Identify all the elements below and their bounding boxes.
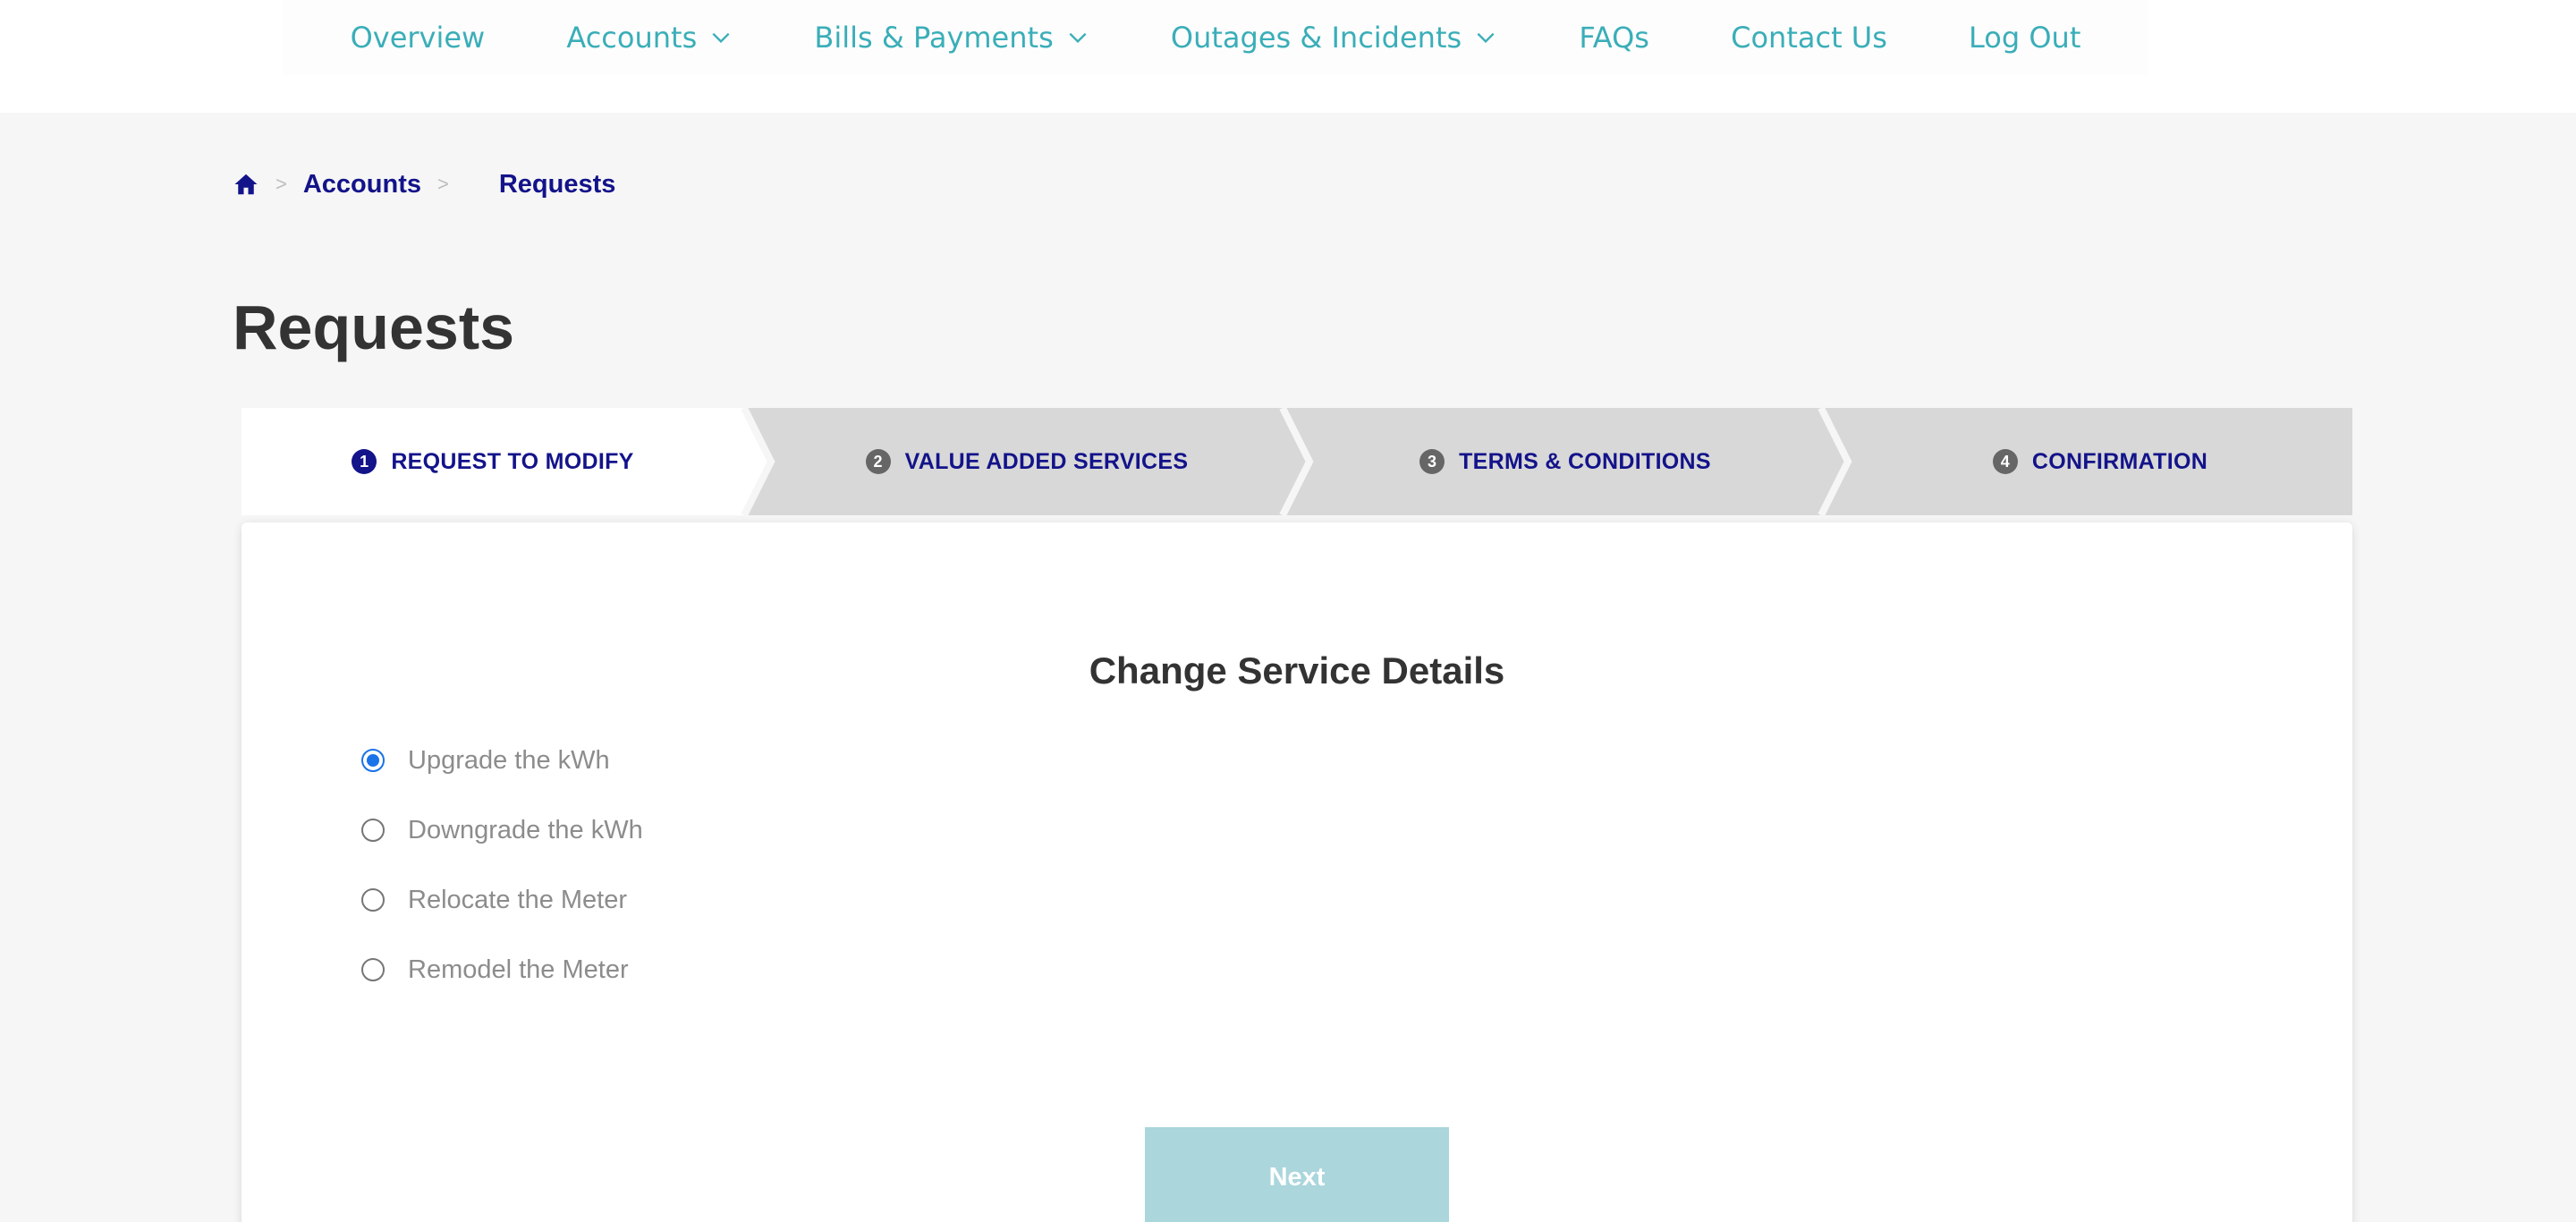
option-upgrade-kwh[interactable]: Upgrade the kWh <box>361 743 610 778</box>
chevron-down-icon <box>712 32 730 44</box>
nav-overview[interactable]: Overview <box>351 21 486 55</box>
nav-outages-incidents-label: Outages & Incidents <box>1170 21 1462 55</box>
form-card: Change Service Details Upgrade the kWh D… <box>242 522 2352 1222</box>
radio-remodel-meter[interactable] <box>361 958 385 981</box>
breadcrumb-requests[interactable]: Requests <box>499 170 616 199</box>
option-remodel-meter[interactable]: Remodel the Meter <box>361 952 629 988</box>
chevron-down-icon <box>1069 32 1087 44</box>
breadcrumb-accounts[interactable]: Accounts <box>303 170 421 199</box>
nav-overview-label: Overview <box>350 21 486 55</box>
home-icon[interactable] <box>233 171 259 198</box>
step-number: 2 <box>865 449 891 474</box>
step-value-added-services[interactable]: 2 VALUE ADDED SERVICES <box>771 408 1283 515</box>
option-label: Downgrade the kWh <box>408 815 643 844</box>
nav-accounts[interactable]: Accounts <box>566 21 733 55</box>
nav-bills-payments-label: Bills & Payments <box>814 21 1054 55</box>
step-request-to-modify[interactable]: 1 REQUEST TO MODIFY <box>242 408 744 515</box>
main-nav: Overview Accounts Bills & Payments Outag… <box>283 0 2148 75</box>
top-bar: Overview Accounts Bills & Payments Outag… <box>0 0 2576 113</box>
nav-accounts-label: Accounts <box>566 21 698 55</box>
breadcrumb: > Accounts > Requests <box>233 168 615 200</box>
option-label: Remodel the Meter <box>408 955 629 984</box>
option-relocate-meter[interactable]: Relocate the Meter <box>361 882 627 918</box>
next-button[interactable]: Next <box>1145 1127 1449 1222</box>
nav-log-out[interactable]: Log Out <box>1969 21 2080 55</box>
radio-relocate-meter[interactable] <box>361 888 385 912</box>
radio-downgrade-kwh[interactable] <box>361 819 385 842</box>
breadcrumb-separator: > <box>275 173 287 195</box>
option-label: Upgrade the kWh <box>408 745 610 775</box>
radio-upgrade-kwh[interactable] <box>361 749 385 772</box>
breadcrumb-separator: > <box>437 173 449 195</box>
option-downgrade-kwh[interactable]: Downgrade the kWh <box>361 812 643 848</box>
step-label: VALUE ADDED SERVICES <box>904 448 1189 474</box>
step-terms-conditions[interactable]: 3 TERMS & CONDITIONS <box>1309 408 1821 515</box>
step-label: TERMS & CONDITIONS <box>1459 448 1711 474</box>
step-label: REQUEST TO MODIFY <box>391 448 634 474</box>
nav-faqs[interactable]: FAQs <box>1579 21 1649 55</box>
nav-bills-payments[interactable]: Bills & Payments <box>814 21 1089 55</box>
page-title: Requests <box>233 293 515 362</box>
form-title: Change Service Details <box>1089 649 1505 692</box>
nav-contact-us-label: Contact Us <box>1731 21 1887 55</box>
step-number: 4 <box>1992 449 2018 474</box>
nav-log-out-label: Log Out <box>1969 21 2081 55</box>
step-number: 3 <box>1419 449 1445 474</box>
step-confirmation[interactable]: 4 CONFIRMATION <box>1848 408 2352 515</box>
nav-contact-us[interactable]: Contact Us <box>1731 21 1887 55</box>
option-label: Relocate the Meter <box>408 885 628 914</box>
step-label: CONFIRMATION <box>2031 448 2208 474</box>
nav-outages-incidents[interactable]: Outages & Incidents <box>1171 21 1497 55</box>
chevron-down-icon <box>1477 32 1495 44</box>
nav-faqs-label: FAQs <box>1579 21 1649 55</box>
progress-stepper: 1 REQUEST TO MODIFY 2 VALUE ADDED SERVIC… <box>242 408 2352 515</box>
step-number: 1 <box>352 449 377 474</box>
